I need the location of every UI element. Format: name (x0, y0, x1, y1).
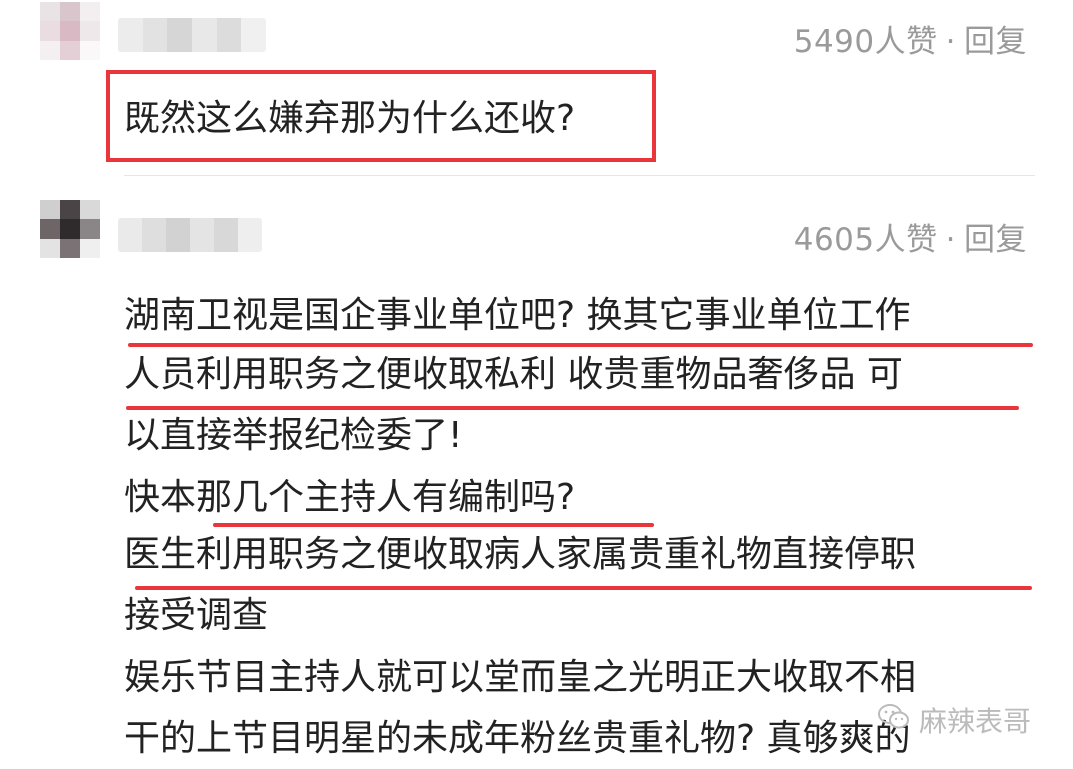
meta-separator: · (945, 24, 956, 60)
watermark: 麻辣表哥 (877, 700, 1031, 740)
username-blurred[interactable] (118, 18, 266, 52)
comment-line: 快本那几个主持人有编制吗? (124, 477, 576, 518)
comment-line: 干的上节目明星的未成年粉丝贵重礼物? 真够爽的 (124, 718, 911, 759)
comment-line: 接受调查 (124, 595, 269, 636)
meta-separator: · (945, 222, 956, 258)
like-count[interactable]: 4605人赞 (794, 222, 938, 258)
comment-meta: 4605人赞 · 回复 (794, 214, 1027, 259)
comment-line: 娱乐节目主持人就可以堂而皇之光明正大收取不相 (124, 657, 917, 698)
comment-line: 人员利用职务之便收取私利 收贵重物品奢侈品 可 (124, 354, 903, 395)
username-blurred[interactable] (118, 218, 262, 252)
comment-line: 湖南卫视是国企事业单位吧? 换其它事业单位工作 (124, 295, 911, 336)
comment-divider (124, 175, 1035, 176)
red-underline (213, 523, 654, 527)
comment-line: 以直接举报纪检委了! (124, 415, 463, 456)
reply-button[interactable]: 回复 (964, 222, 1027, 258)
reply-button[interactable]: 回复 (964, 24, 1027, 60)
watermark-text: 麻辣表哥 (918, 705, 1031, 738)
comment-line: 医生利用职务之便收取病人家属贵重礼物直接停职 (124, 534, 917, 575)
red-underline (126, 406, 1019, 410)
comment-text: 既然这么嫌弃那为什么还收? (124, 98, 576, 139)
red-underline (135, 586, 1032, 590)
wechat-icon (877, 703, 911, 738)
red-underline (128, 343, 1033, 347)
comment-meta: 5490人赞 · 回复 (794, 16, 1027, 61)
avatar[interactable] (40, 200, 100, 258)
like-count[interactable]: 5490人赞 (794, 24, 938, 60)
avatar[interactable] (40, 2, 100, 60)
